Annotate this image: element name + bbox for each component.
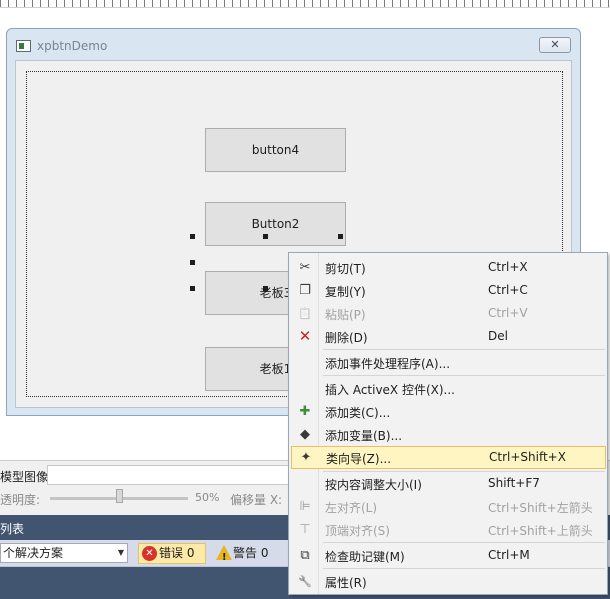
form-title-bar[interactable]: xpbtnDemo ✕	[7, 29, 580, 59]
resize-handle-ne[interactable]	[338, 234, 343, 239]
align-top-icon: ⊤	[299, 522, 311, 537]
button2-control[interactable]: Button2	[205, 202, 346, 246]
resize-handle-sw[interactable]	[190, 286, 195, 291]
resize-handle-w[interactable]	[190, 260, 195, 265]
menu-item-shortcut: Ctrl+M	[488, 548, 530, 562]
menu-item-label: 属性(R)	[325, 576, 367, 590]
warnings-filter-button[interactable]: ! 警告 0	[212, 543, 280, 564]
solution-scope-value: 个解决方案	[3, 546, 64, 560]
menu-item-size-to-content[interactable]: 按内容调整大小(I) Shift+F7	[291, 472, 606, 495]
error-list-title: 列表	[0, 522, 25, 536]
menu-item-shortcut: Shift+F7	[488, 476, 540, 490]
menu-item-align-top: ⊤ 顶端对齐(S) Ctrl+Shift+上箭头	[291, 518, 606, 541]
menu-item-properties[interactable]: 🔧 属性(R)	[291, 570, 606, 593]
class-wizard-icon: ✦	[300, 450, 312, 465]
image-label: 模型图像:	[0, 470, 53, 484]
opacity-label: 透明度:	[0, 493, 41, 507]
button4-control[interactable]: button4	[205, 128, 346, 172]
opacity-slider-thumb[interactable]	[116, 489, 123, 503]
menu-item-label: 插入 ActiveX 控件(X)...	[325, 383, 455, 397]
menu-item-cut[interactable]: ✂ 剪切(T) Ctrl+X	[291, 256, 606, 279]
error-icon: ✕	[142, 546, 157, 561]
resize-handle-s[interactable]	[263, 286, 268, 291]
errors-filter-label: 错误 0	[159, 546, 195, 560]
resize-handle-n[interactable]	[263, 234, 268, 239]
menu-item-add-variable[interactable]: ◆ 添加变量(B)...	[291, 423, 606, 446]
menu-item-shortcut: Ctrl+V	[488, 306, 528, 320]
paste-icon: 📋	[298, 307, 312, 320]
menu-item-add-class[interactable]: ✚ 添加类(C)...	[291, 400, 606, 423]
menu-item-shortcut: Del	[488, 329, 508, 343]
menu-item-delete[interactable]: ✕ 删除(D) Del	[291, 325, 606, 348]
menu-item-shortcut: Ctrl+X	[488, 260, 528, 274]
context-menu: ✂ 剪切(T) Ctrl+X ❐ 复制(Y) Ctrl+C 📋 粘贴(P) Ct…	[288, 252, 608, 595]
menu-item-shortcut: Ctrl+Shift+X	[489, 450, 566, 464]
offset-label: 偏移量 X:	[230, 493, 283, 507]
wrench-icon: 🔧	[298, 575, 312, 588]
menu-item-shortcut: Ctrl+C	[488, 283, 528, 297]
menu-item-class-wizard[interactable]: ✦ 类向导(Z)... Ctrl+Shift+X	[291, 446, 606, 469]
menu-item-label: 顶端对齐(S)	[325, 524, 390, 538]
resize-handle-nw[interactable]	[190, 234, 195, 239]
menu-item-label: 添加类(C)...	[325, 406, 391, 420]
chevron-down-icon: ▼	[117, 548, 124, 557]
image-field[interactable]	[47, 465, 292, 485]
copy-icon: ❐	[299, 283, 311, 298]
close-button[interactable]: ✕	[539, 37, 571, 53]
menu-item-shortcut: Ctrl+Shift+左箭头	[488, 501, 593, 515]
solution-scope-select[interactable]: 个解决方案 ▼	[0, 543, 128, 563]
accelerator-icon: ⧉	[300, 548, 310, 563]
opacity-value: 50%	[195, 491, 220, 504]
menu-item-shortcut: Ctrl+Shift+上箭头	[488, 524, 593, 538]
menu-item-align-left: ⊫ 左对齐(L) Ctrl+Shift+左箭头	[291, 495, 606, 518]
delete-icon: ✕	[298, 327, 312, 345]
menu-item-paste: 📋 粘贴(P) Ctrl+V	[291, 302, 606, 325]
top-ruler	[0, 0, 610, 8]
warnings-filter-label: 警告 0	[233, 546, 269, 560]
menu-item-label: 检查助记键(M)	[325, 550, 405, 564]
menu-item-insert-activex[interactable]: 插入 ActiveX 控件(X)...	[291, 377, 606, 400]
menu-item-copy[interactable]: ❐ 复制(Y) Ctrl+C	[291, 279, 606, 302]
menu-item-label: 复制(Y)	[325, 285, 366, 299]
menu-separator	[323, 568, 605, 569]
errors-filter-button[interactable]: ✕ 错误 0	[138, 543, 206, 564]
menu-item-label: 按内容调整大小(I)	[325, 478, 422, 492]
warning-icon: !	[216, 545, 232, 563]
add-variable-icon: ◆	[300, 427, 310, 442]
menu-item-add-event-handler[interactable]: 添加事件处理程序(A)...	[291, 351, 606, 374]
menu-item-check-mnemonics[interactable]: ⧉ 检查助记键(M) Ctrl+M	[291, 544, 606, 567]
add-class-icon: ✚	[299, 404, 311, 419]
menu-item-label: 左对齐(L)	[325, 501, 378, 515]
align-left-icon: ⊫	[299, 499, 311, 514]
menu-item-label: 添加变量(B)...	[325, 429, 403, 443]
menu-item-label: 粘贴(P)	[325, 308, 366, 322]
menu-separator	[323, 375, 605, 376]
menu-separator	[323, 349, 605, 350]
menu-item-label: 剪切(T)	[325, 262, 366, 276]
form-title: xpbtnDemo	[37, 39, 108, 53]
menu-item-label: 添加事件处理程序(A)...	[325, 357, 451, 371]
menu-separator	[323, 542, 605, 543]
menu-item-label: 类向导(Z)...	[326, 452, 392, 466]
scissors-icon: ✂	[299, 260, 311, 275]
window-icon	[16, 40, 31, 52]
menu-item-label: 删除(D)	[325, 331, 368, 345]
